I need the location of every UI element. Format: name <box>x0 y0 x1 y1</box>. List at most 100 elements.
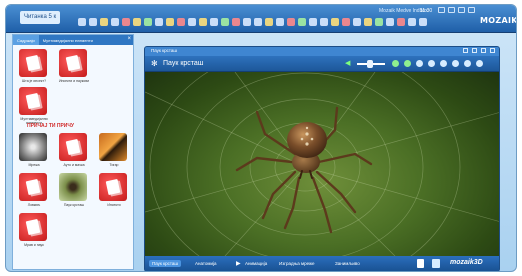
3d-scene-viewport[interactable] <box>145 72 499 256</box>
close-icon[interactable] <box>468 7 475 13</box>
section-title: ПРИЧАЈ ТИ ПРИЧУ <box>27 123 74 129</box>
list-item[interactable]: Ловкињ <box>15 173 53 213</box>
camera-icon[interactable] <box>243 18 251 26</box>
screen-icon[interactable] <box>331 18 339 26</box>
list-item[interactable]: Паук крсташ <box>55 173 93 213</box>
list-item[interactable]: Мрежа <box>15 133 53 173</box>
tab-animation[interactable]: Анимација <box>245 261 267 266</box>
media-window: Паук крсташ ✻ Паук крсташ ◀ Паук крсташ … <box>144 46 500 271</box>
grid-view-icon[interactable] <box>452 60 459 67</box>
document-icon <box>59 49 87 77</box>
list-item[interactable]: Шта је инсект? <box>15 49 53 89</box>
mozaik-logo: MOZAIK <box>480 16 517 25</box>
stamp-icon[interactable] <box>221 18 229 26</box>
clock: 11:30 <box>420 8 433 14</box>
menu-icon[interactable] <box>419 18 427 26</box>
story-items-grid: Мрежа Ауто и мачка Тигар Ловкињ Паук крс… <box>15 133 133 253</box>
play-icon[interactable]: ▶ <box>236 260 241 267</box>
grid-icon[interactable] <box>254 18 262 26</box>
color-tool-icon[interactable] <box>155 18 163 26</box>
restore-icon[interactable] <box>448 7 455 13</box>
minimize-window-icon[interactable] <box>481 48 486 53</box>
settings-icon[interactable] <box>476 60 483 67</box>
pin-icon[interactable] <box>463 48 468 53</box>
window-controls <box>438 7 475 13</box>
document-icon <box>19 213 47 241</box>
mozaik3d-logo: mozaik3D <box>450 259 483 266</box>
info-icon[interactable] <box>408 18 416 26</box>
main-toolbar: Читанка 5 к Mozaik Medve Indbox 11:30 MO… <box>6 5 517 33</box>
list-item[interactable]: Мрав и паук <box>15 213 53 253</box>
redo-icon[interactable] <box>188 18 196 26</box>
shape-tool-icon[interactable] <box>133 18 141 26</box>
link-icon[interactable] <box>440 60 447 67</box>
list-item[interactable]: Тигар <box>95 133 133 173</box>
minimize-icon[interactable] <box>438 7 445 13</box>
marker-tool-icon[interactable] <box>100 18 108 26</box>
help-icon[interactable] <box>353 18 361 26</box>
window-title-controls <box>463 48 495 53</box>
line-tool-icon[interactable] <box>199 18 207 26</box>
share-icon[interactable] <box>364 18 372 26</box>
spiderweb-thumbnail <box>19 133 47 161</box>
highlighter-icon[interactable] <box>210 18 218 26</box>
book-icon[interactable] <box>432 259 440 268</box>
arrow-tool-icon[interactable] <box>144 18 152 26</box>
settings-icon[interactable] <box>342 18 350 26</box>
star-icon[interactable] <box>397 18 405 26</box>
list-item-empty <box>95 49 133 89</box>
replay-icon[interactable] <box>404 60 411 67</box>
app-tab[interactable]: Читанка 5 к <box>20 11 61 24</box>
tab-interesting[interactable]: Занимљиво <box>335 261 360 266</box>
pointer-icon[interactable] <box>320 18 328 26</box>
volume-knob[interactable] <box>367 60 373 68</box>
help-window-icon[interactable] <box>458 7 465 13</box>
tab-contents[interactable]: Садржаји <box>13 35 39 45</box>
pen-tool-icon[interactable] <box>89 18 97 26</box>
info-icon[interactable] <box>428 60 435 67</box>
keyboard-icon[interactable] <box>309 18 317 26</box>
panel-tabs: Садржаји Мултимедијални елементи <box>13 35 133 45</box>
window-tab[interactable]: Паук крсташ <box>151 48 177 53</box>
close-window-icon[interactable] <box>490 48 495 53</box>
second-items-grid: Мултимедијални елементи <box>15 87 133 127</box>
tab-anatomy[interactable]: Анатомија <box>195 261 217 266</box>
eraser-tool-icon[interactable] <box>111 18 119 26</box>
gear-icon[interactable]: ✻ <box>151 60 158 68</box>
list-item[interactable]: Инсекти <box>95 173 133 213</box>
select-tool-icon[interactable] <box>78 18 86 26</box>
tab-multimedia[interactable]: Мултимедијални елементи <box>39 35 97 45</box>
book-icon[interactable] <box>386 18 394 26</box>
calculator-icon[interactable] <box>287 18 295 26</box>
document-icon <box>19 49 47 77</box>
document-icon[interactable] <box>417 259 424 268</box>
document-icon <box>19 173 47 201</box>
tab-spider[interactable]: Паук крсташ <box>149 260 182 267</box>
undo-icon[interactable] <box>177 18 185 26</box>
tab-web-building[interactable]: Изградња мреже <box>279 261 315 266</box>
help-icon[interactable] <box>464 60 471 67</box>
content-browser-panel: Садржаји Мултимедијални елементи × Шта ј… <box>12 34 134 270</box>
list-item[interactable]: Мултимедијални елементи <box>15 87 53 127</box>
screenshot-icon[interactable] <box>416 60 423 67</box>
clock-icon[interactable] <box>298 18 306 26</box>
panel-close-icon[interactable]: × <box>127 36 131 42</box>
scene-title: Паук крсташ <box>163 60 204 67</box>
fullscreen-icon[interactable] <box>472 48 477 53</box>
ruler-icon[interactable] <box>232 18 240 26</box>
top-items-grid: Шта је инсект? Инсекти и паукови <box>15 49 133 89</box>
music-icon[interactable] <box>392 60 399 67</box>
globe-icon[interactable] <box>276 18 284 26</box>
window-title-bar[interactable]: Паук крсташ <box>145 47 499 56</box>
cloud-icon[interactable] <box>375 18 383 26</box>
text-tool-icon[interactable] <box>122 18 130 26</box>
spider-thumbnail <box>59 173 87 201</box>
scene-header: ✻ Паук крсташ ◀ <box>145 56 499 72</box>
list-item[interactable]: Ауто и мачка <box>55 133 93 173</box>
scene-tools <box>392 60 483 67</box>
list-item[interactable]: Инсекти и паукови <box>55 49 93 89</box>
zoom-tool-icon[interactable] <box>166 18 174 26</box>
document-icon <box>59 133 87 161</box>
volume-icon[interactable]: ◀ <box>345 59 350 67</box>
layers-icon[interactable] <box>265 18 273 26</box>
